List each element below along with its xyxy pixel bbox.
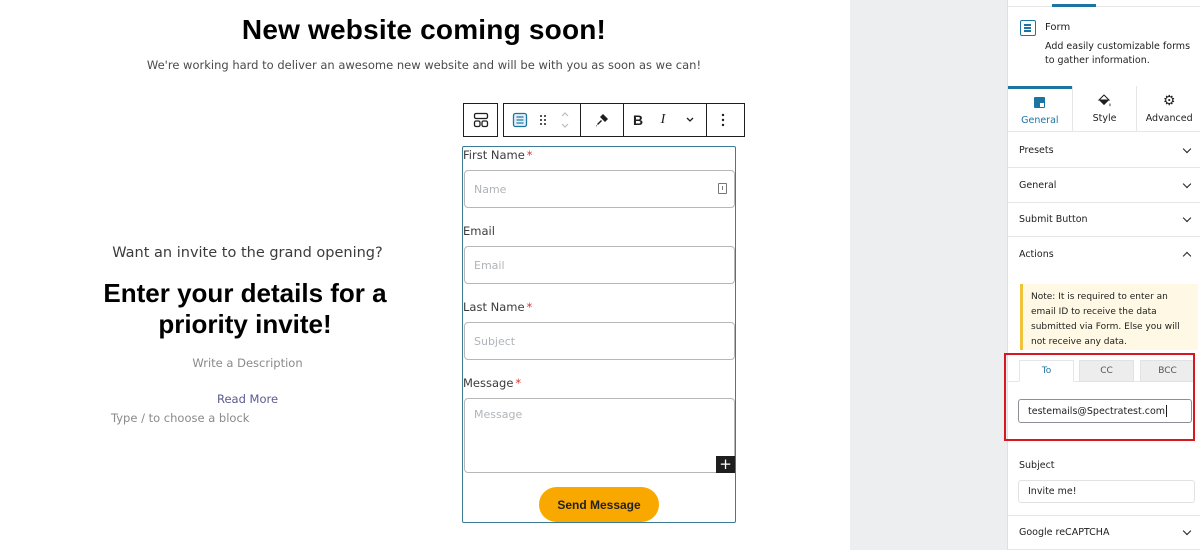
italic-button[interactable]: I [652,104,674,136]
block-card: Form Add easily customizable forms to ga… [1008,7,1200,87]
block-switcher-button[interactable] [464,104,497,136]
chevron-down-icon [686,117,694,122]
drag-handle[interactable] [536,104,550,136]
tab-label: Advanced [1145,113,1193,124]
invite-title[interactable]: Enter your details for a priority invite… [95,278,395,340]
input-placeholder: Name [474,182,507,196]
gear-icon: ⚙ [1162,93,1176,109]
block-switcher-group [463,103,498,137]
email-label: Email [463,224,495,238]
subject-input[interactable]: Invite me! [1018,480,1195,503]
block-toolbar: B I [503,103,745,137]
label-text: Message [463,376,514,390]
block-description: Add easily customizable forms to gather … [1045,41,1191,66]
email-required-notice: Note: It is required to enter an email I… [1020,284,1198,350]
message-label: Message * [463,376,521,390]
email-input[interactable]: Email [464,246,735,284]
panel-general[interactable]: General [1008,168,1200,203]
tab-style[interactable]: Style [1071,86,1137,131]
block-appender-hint[interactable]: Type / to choose a block [111,411,249,425]
label-text: First Name [463,148,525,162]
send-message-button[interactable]: Send Message [539,487,659,522]
input-placeholder: Subject [474,334,516,348]
first-name-label: First Name * [463,148,533,162]
read-more-link[interactable]: Read More [100,392,395,406]
editor-canvas: New website coming soon! We're working h… [0,0,850,550]
form-block-button[interactable] [504,104,536,136]
tab-label: Style [1092,113,1117,124]
tab-advanced[interactable]: ⚙ Advanced [1136,86,1200,131]
first-name-input[interactable]: Name [464,170,735,208]
label-text: Last Name [463,300,525,314]
bold-button[interactable]: B [624,104,652,136]
chevron-down-icon [1182,526,1192,536]
drag-dots-icon [540,115,546,125]
last-name-input[interactable]: Subject [464,322,735,360]
input-placeholder: Message [474,408,523,421]
editor-background [850,0,1007,550]
panel-label: Google reCAPTCHA [1019,527,1110,538]
highlight-annotation-box [1004,353,1195,441]
add-block-button[interactable]: + [716,456,735,473]
subject-value: Invite me! [1028,486,1077,497]
last-name-label: Last Name * [463,300,532,314]
required-mark: * [526,148,533,162]
chevron-down-icon [1182,144,1192,153]
form-block[interactable]: First Name * Name Email Email Last Name * … [462,146,736,523]
chevron-down-icon [1182,213,1192,222]
form-icon [512,112,528,128]
layout-grid-icon [473,112,488,128]
chevron-down-icon [1182,179,1192,188]
panel-label: Actions [1019,249,1054,260]
block-name: Form [1045,22,1071,33]
required-mark: * [515,376,522,390]
panel-actions[interactable]: Actions [1008,237,1200,272]
paintbrush-icon [596,114,608,127]
tab-general[interactable]: General [1008,86,1072,131]
chevron-updown-icon [561,112,569,128]
autofill-icon[interactable] [718,183,727,194]
settings-tabs: General Style ⚙ Advanced [1008,86,1200,132]
message-textarea[interactable]: Message [464,398,735,473]
invite-question[interactable]: Want an invite to the grand opening? [100,245,395,261]
more-formatting-button[interactable] [674,104,706,136]
general-icon [1034,97,1046,108]
hero-title[interactable]: New website coming soon! [0,14,848,46]
paint-bucket-icon [1097,94,1110,107]
tab-label: General [1021,114,1059,126]
panel-label: Presets [1019,144,1054,156]
input-placeholder: Email [474,258,505,272]
panel-label: Submit Button [1019,213,1088,225]
options-button[interactable] [707,104,738,136]
panel-submit-button[interactable]: Submit Button [1008,202,1200,237]
chevron-up-icon [1182,251,1192,261]
panel-presets[interactable]: Presets [1008,133,1200,168]
hero-subtitle[interactable]: We're working hard to deliver an awesome… [0,58,848,72]
label-text: Email [463,224,495,238]
panel-google-recaptcha[interactable]: Google reCAPTCHA [1008,515,1200,550]
subject-label: Subject [1019,460,1055,471]
form-icon [1020,20,1036,36]
move-up-down-buttons[interactable] [550,104,580,136]
panel-label: General [1019,179,1057,191]
vertical-ellipsis-icon [721,113,724,127]
style-button[interactable] [581,104,623,136]
required-mark: * [526,300,533,314]
description-placeholder[interactable]: Write a Description [100,356,395,370]
